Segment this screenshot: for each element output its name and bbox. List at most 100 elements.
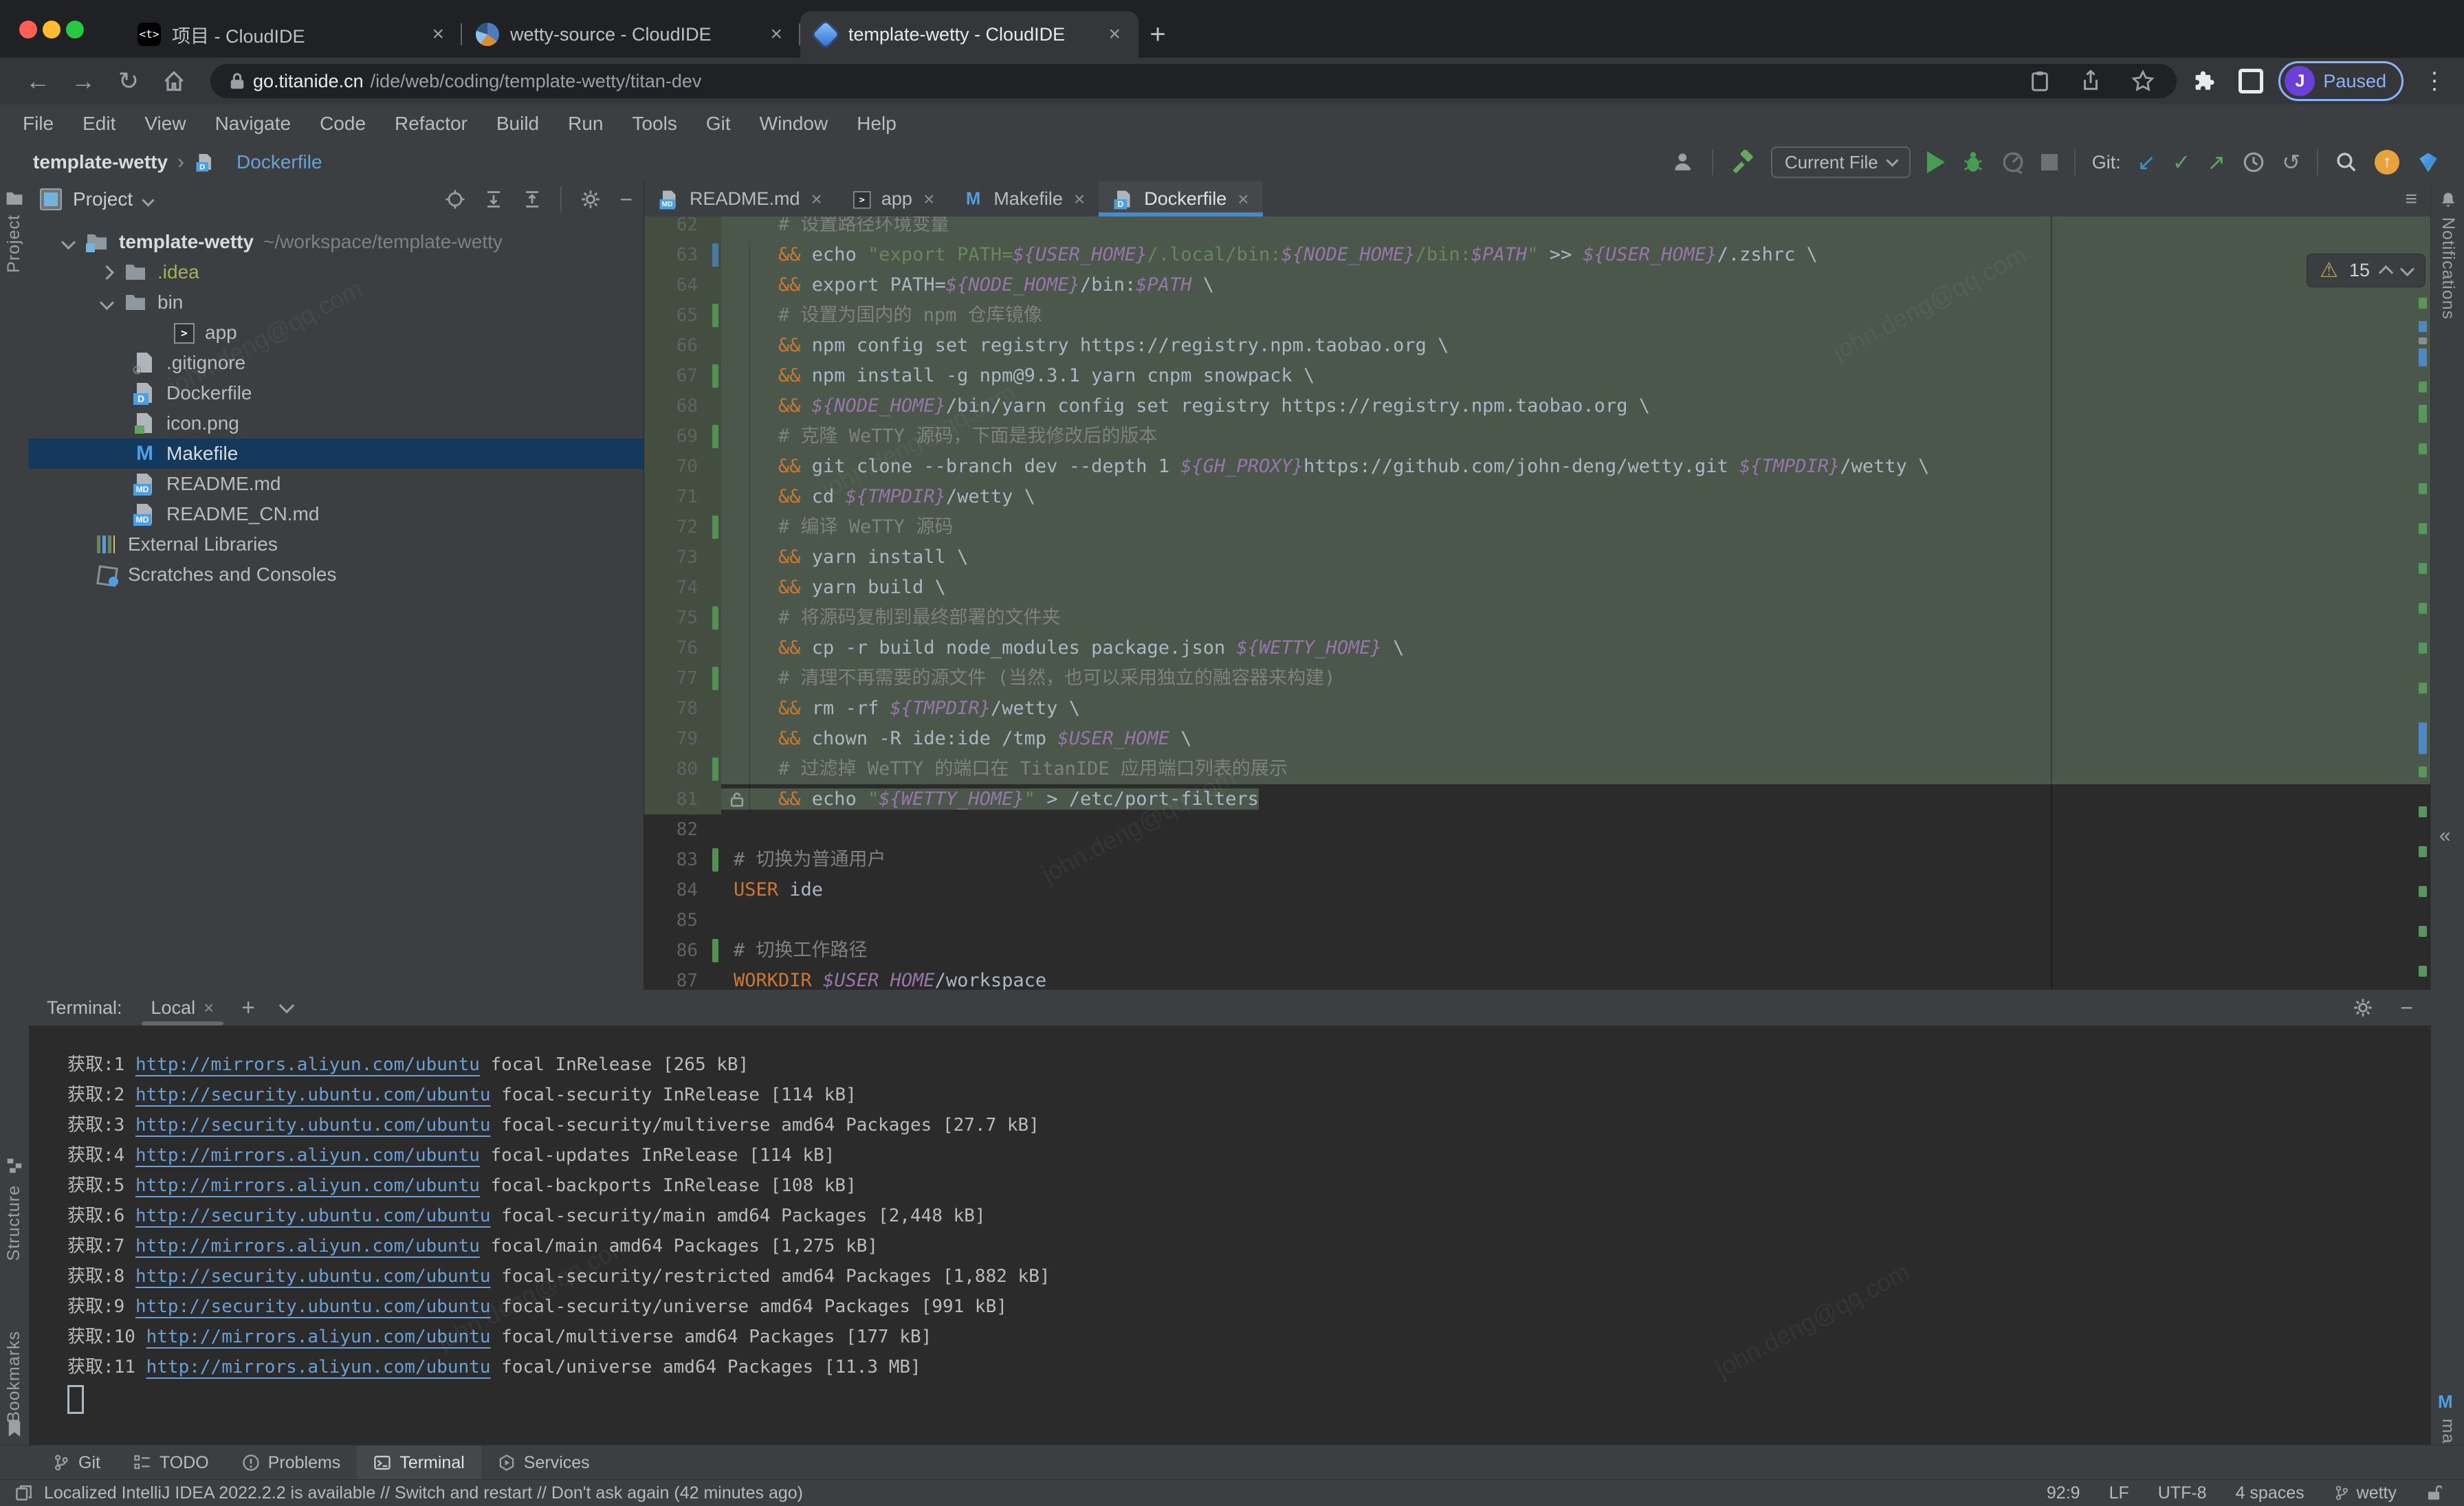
inspections-widget[interactable]: ⚠ 15 bbox=[2307, 254, 2426, 287]
code-line[interactable]: 72 # 编译 WeTTY 源码 bbox=[644, 512, 2431, 542]
editor-tab-makefile[interactable]: Makefile× bbox=[948, 181, 1099, 217]
file-encoding[interactable]: UTF-8 bbox=[2158, 1483, 2207, 1503]
stripe-bookmarks-tab[interactable]: Bookmarks bbox=[4, 1331, 24, 1423]
package-url-link[interactable]: http://mirrors.aliyun.com/ubuntu bbox=[135, 1054, 480, 1075]
stripe-mark[interactable] bbox=[2419, 603, 2427, 614]
chevron-down-icon[interactable] bbox=[142, 194, 154, 206]
update-available-icon[interactable]: ↑ bbox=[2375, 150, 2399, 175]
user-settings-icon[interactable] bbox=[1672, 151, 1695, 174]
tool-window-button-git[interactable]: Git bbox=[36, 1446, 117, 1480]
tree-item-app[interactable]: app bbox=[29, 318, 644, 348]
tree-item-readme-md[interactable]: README.md bbox=[29, 469, 644, 499]
package-url-link[interactable]: http://mirrors.aliyun.com/ubuntu bbox=[135, 1236, 480, 1256]
code-editor[interactable]: 62 # 设置路径环境变量63 && echo "export PATH=${U… bbox=[644, 217, 2431, 990]
new-tab-button[interactable]: + bbox=[1138, 11, 1177, 58]
gear-icon[interactable] bbox=[580, 188, 602, 210]
package-url-link[interactable]: http://mirrors.aliyun.com/ubuntu bbox=[135, 1175, 480, 1196]
window-minimize-button[interactable] bbox=[43, 21, 60, 38]
extensions-puzzle-icon[interactable] bbox=[2193, 69, 2218, 93]
collapse-stripe-icon[interactable]: « bbox=[2439, 824, 2451, 848]
tree-item--idea[interactable]: .idea bbox=[29, 257, 644, 287]
code-line[interactable]: 80 # 过滤掉 WeTTY 的端口在 TitanIDE 应用端口列表的展示 bbox=[644, 754, 2431, 784]
code-line[interactable]: 68 && ${NODE_HOME}/bin/yarn config set r… bbox=[644, 391, 2431, 421]
code-line[interactable]: 71 && cd ${TMPDIR}/wetty \ bbox=[644, 482, 2431, 512]
tree-item-icon-png[interactable]: icon.png bbox=[29, 408, 644, 439]
breadcrumb-project[interactable]: template-wetty bbox=[33, 151, 168, 173]
stripe-mark[interactable] bbox=[2419, 563, 2427, 574]
share-icon[interactable] bbox=[2080, 69, 2101, 93]
code-line[interactable]: 76 && cp -r build node_modules package.j… bbox=[644, 633, 2431, 663]
code-line[interactable]: 86# 切换工作路径 bbox=[644, 935, 2431, 966]
bookmark-flag-icon[interactable] bbox=[7, 1420, 22, 1438]
stripe-mark[interactable] bbox=[2419, 483, 2427, 494]
chevron-down-icon[interactable] bbox=[61, 234, 76, 249]
tree-item-scratches-and-consoles[interactable]: Scratches and Consoles bbox=[29, 560, 644, 590]
run-configuration-select[interactable]: Current File bbox=[1771, 146, 1911, 178]
browser-menu-icon[interactable]: ⋮ bbox=[2423, 67, 2446, 95]
home-icon[interactable] bbox=[154, 69, 194, 93]
tree-item--gitignore[interactable]: .gitignore bbox=[29, 348, 644, 378]
menu-build[interactable]: Build bbox=[482, 113, 553, 135]
package-url-link[interactable]: http://security.ubuntu.com/ubuntu bbox=[135, 1085, 491, 1105]
package-url-link[interactable]: http://security.ubuntu.com/ubuntu bbox=[135, 1296, 491, 1317]
build-hammer-icon[interactable] bbox=[1730, 150, 1754, 175]
profile-chip[interactable]: J Paused bbox=[2278, 61, 2404, 101]
ide-gem-icon[interactable] bbox=[2416, 150, 2441, 175]
stripe-mark[interactable] bbox=[2419, 926, 2427, 937]
stop-button[interactable] bbox=[2041, 154, 2058, 170]
window-zoom-button[interactable] bbox=[66, 21, 84, 38]
stripe-mark[interactable] bbox=[2419, 298, 2427, 309]
code-line[interactable]: 78 && rm -rf ${TMPDIR}/wetty \ bbox=[644, 694, 2431, 724]
code-line[interactable]: 69 # 克隆 WeTTY 源码，下面是我修改后的版本 bbox=[644, 421, 2431, 452]
chevron-right-icon[interactable] bbox=[100, 265, 114, 279]
forward-icon[interactable]: → bbox=[63, 67, 103, 96]
code-line[interactable]: 83# 切换为普通用户 bbox=[644, 845, 2431, 875]
history-clock-icon[interactable] bbox=[2242, 151, 2265, 174]
menu-tools[interactable]: Tools bbox=[617, 113, 691, 135]
code-line[interactable]: 82 bbox=[644, 815, 2431, 845]
back-icon[interactable]: ← bbox=[18, 67, 58, 96]
new-terminal-icon[interactable]: + bbox=[241, 995, 255, 1021]
stripe-mark[interactable] bbox=[2419, 348, 2427, 366]
code-line[interactable]: 77 # 清理不再需要的源文件 (当然，也可以采用独立的融容器来构建) bbox=[644, 663, 2431, 694]
unlock-icon[interactable] bbox=[2426, 1484, 2442, 1502]
tree-item-readme-cn-md[interactable]: README_CN.md bbox=[29, 499, 644, 529]
caret-position[interactable]: 92:9 bbox=[2047, 1483, 2080, 1503]
code-line[interactable]: 87WORKDIR $USER_HOME/workspace bbox=[644, 966, 2431, 990]
stripe-mark[interactable] bbox=[2419, 806, 2427, 817]
editor-tab-app[interactable]: app× bbox=[836, 181, 948, 217]
stripe-mark[interactable] bbox=[2419, 846, 2427, 857]
address-bar[interactable]: go.titanide.cn/ide/web/coding/template-w… bbox=[210, 64, 2177, 98]
tool-window-button-todo[interactable]: TODO bbox=[117, 1446, 226, 1480]
menu-edit[interactable]: Edit bbox=[68, 113, 130, 135]
prev-warning-icon[interactable] bbox=[2379, 265, 2393, 280]
menu-window[interactable]: Window bbox=[745, 113, 843, 135]
git-commit-icon[interactable]: ✓ bbox=[2172, 149, 2191, 175]
tree-item-template-wetty[interactable]: template-wetty~/workspace/template-wetty bbox=[29, 227, 644, 257]
menu-view[interactable]: View bbox=[130, 113, 200, 135]
search-everywhere-icon[interactable] bbox=[2335, 151, 2358, 174]
window-close-button[interactable] bbox=[19, 21, 37, 38]
structure-stripe-icon[interactable] bbox=[6, 1158, 23, 1174]
tool-window-button-problems[interactable]: Problems bbox=[226, 1446, 358, 1480]
code-line[interactable]: 66 && npm config set registry https://re… bbox=[644, 331, 2431, 361]
code-line[interactable]: 65 # 设置为国内的 npm 仓库镜像 bbox=[644, 300, 2431, 331]
next-warning-icon[interactable] bbox=[2400, 262, 2414, 276]
collapse-all-icon[interactable] bbox=[522, 189, 542, 210]
code-line[interactable]: 73 && yarn install \ bbox=[644, 542, 2431, 573]
rollback-icon[interactable]: ↺ bbox=[2282, 149, 2300, 175]
menu-navigate[interactable]: Navigate bbox=[201, 113, 306, 135]
close-icon[interactable]: × bbox=[1074, 188, 1085, 210]
line-separator[interactable]: LF bbox=[2109, 1483, 2129, 1503]
git-update-icon[interactable]: ↙ bbox=[2137, 149, 2156, 175]
stripe-mark[interactable] bbox=[2419, 766, 2427, 777]
terminal-tab-local[interactable]: Local × bbox=[151, 990, 214, 1026]
side-panel-icon[interactable] bbox=[2238, 69, 2263, 93]
locate-file-icon[interactable] bbox=[445, 189, 465, 210]
breadcrumb-file[interactable]: Dockerfile bbox=[236, 151, 322, 173]
code-line[interactable]: 62 # 设置路径环境变量 bbox=[644, 217, 2431, 240]
code-line[interactable]: 85 bbox=[644, 905, 2431, 935]
close-icon[interactable]: × bbox=[428, 23, 448, 46]
stripe-mark[interactable] bbox=[2419, 722, 2427, 754]
expand-all-icon[interactable] bbox=[483, 189, 504, 210]
